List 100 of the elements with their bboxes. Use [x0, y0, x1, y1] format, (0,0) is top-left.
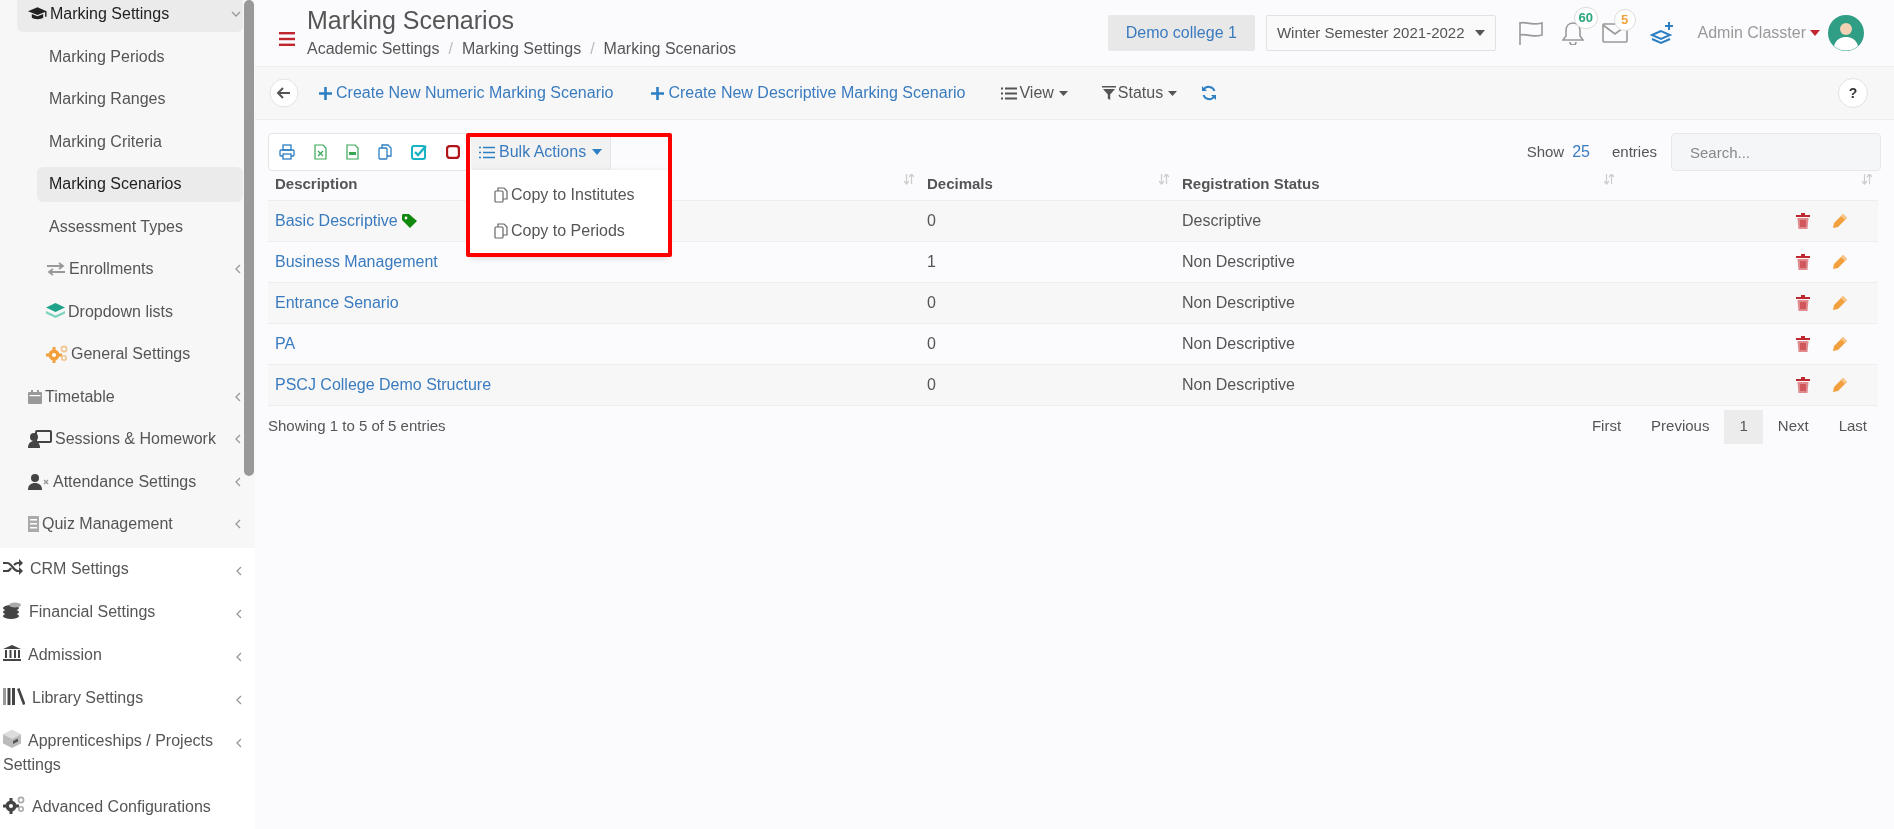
sidebar-item[interactable]: Marking Settings — [17, 0, 243, 32]
tag-icon — [401, 214, 418, 229]
scenario-link[interactable]: Business Management — [275, 252, 438, 270]
search-field[interactable]: Search... — [1671, 133, 1881, 171]
pagination-button[interactable]: 1 — [1724, 409, 1763, 444]
page-size-select[interactable]: 25 — [1572, 140, 1590, 164]
sidebar-item[interactable]: Enrollments — [37, 252, 243, 287]
pagination-button[interactable]: First — [1576, 409, 1637, 444]
pencil-icon[interactable] — [1832, 212, 1848, 229]
chevron-left-icon[interactable] — [235, 694, 242, 705]
trash-icon[interactable] — [1796, 376, 1810, 393]
chevron-left-icon[interactable] — [234, 476, 241, 487]
menu-item[interactable]: Copy to Institutes — [494, 178, 635, 212]
sidebar-item[interactable]: Marking Scenarios — [37, 167, 243, 202]
csv-file-icon[interactable] — [346, 144, 359, 160]
sidebar-item[interactable]: Apprenticeships / Projects Settings — [0, 719, 255, 786]
scenario-link[interactable]: Entrance Senario — [275, 293, 399, 311]
caret-down-icon — [592, 149, 603, 155]
sidebar-item[interactable]: Attendance Settings — [17, 464, 243, 499]
trash-icon[interactable] — [1796, 294, 1810, 311]
sort-icon[interactable] — [1862, 174, 1872, 185]
pagination-button[interactable]: Last — [1823, 409, 1882, 444]
sort-icon[interactable] — [904, 174, 914, 185]
stop-icon[interactable] — [446, 145, 460, 159]
column-header[interactable]: Registration Status — [1182, 174, 1320, 192]
spreadsheet-file-icon[interactable] — [314, 144, 327, 160]
caret-down-icon — [1474, 30, 1485, 36]
menu-icon[interactable] — [279, 31, 295, 46]
scenario-link[interactable]: PSCJ College Demo Structure — [275, 375, 492, 393]
trash-icon[interactable] — [1796, 335, 1810, 352]
table-cell: Non Descriptive — [1182, 293, 1295, 311]
back-icon[interactable] — [269, 78, 299, 108]
sidebar-item[interactable]: Assessment Types — [37, 209, 243, 244]
sort-icon[interactable] — [1159, 174, 1169, 185]
checkbox-icon[interactable] — [411, 144, 427, 160]
column-header[interactable]: Decimals — [927, 174, 993, 192]
table-cell: 1 — [927, 252, 936, 270]
pencil-icon[interactable] — [1832, 294, 1848, 311]
notification-count: 60 — [1573, 7, 1598, 29]
create-link[interactable]: Create New Descriptive Marking Scenario — [651, 81, 966, 105]
sidebar-item[interactable]: Advanced Configurations — [0, 785, 255, 829]
breadcrumb-link[interactable]: Marking Scenarios — [603, 37, 737, 61]
sidebar-item[interactable]: Quiz Management — [17, 507, 243, 542]
dropdown-menu-button[interactable]: View — [1001, 81, 1068, 105]
sidebar-item[interactable]: General Settings — [37, 337, 243, 372]
scenario-link[interactable]: Basic Descriptive — [275, 211, 398, 229]
sidebar-item[interactable]: Library Settings — [0, 676, 255, 720]
sort-icon[interactable] — [1604, 174, 1614, 185]
bell-icon[interactable] — [1561, 21, 1584, 45]
sidebar-item[interactable]: Timetable — [17, 379, 243, 414]
printer-icon[interactable] — [279, 144, 295, 160]
pencil-icon[interactable] — [1832, 376, 1848, 393]
semester-select[interactable]: Winter Semester 2021-2022 — [1265, 15, 1496, 51]
plus-icon — [651, 86, 665, 100]
institute-button[interactable]: Demo college 1 — [1107, 15, 1255, 51]
shuffle-icon — [3, 559, 23, 576]
chevron-left-icon[interactable] — [234, 434, 241, 445]
pencil-icon[interactable] — [1832, 335, 1848, 352]
chevron-left-icon[interactable] — [235, 651, 242, 662]
sidebar-item[interactable]: Marking Criteria — [37, 124, 243, 159]
chevron-left-icon[interactable] — [234, 519, 241, 530]
copy-icon[interactable] — [378, 144, 392, 160]
envelope-icon[interactable] — [1601, 23, 1628, 43]
pagination-button[interactable]: Next — [1762, 409, 1824, 444]
dropdown-menu-button[interactable]: Status — [1101, 81, 1178, 105]
page-title: Marking Scenarios — [307, 5, 516, 35]
sidebar-item[interactable]: CRM Settings — [0, 547, 255, 591]
pencil-icon[interactable] — [1832, 253, 1848, 270]
avatar[interactable] — [1828, 15, 1864, 51]
chevron-left-icon[interactable] — [234, 391, 241, 402]
sidebar-item[interactable]: Financial Settings — [0, 590, 255, 634]
refresh-icon[interactable] — [1201, 85, 1218, 101]
column-header[interactable]: Description — [275, 174, 358, 192]
sidebar-item[interactable]: Admission — [0, 633, 255, 677]
message-count: 5 — [1613, 9, 1636, 31]
create-link[interactable]: Create New Numeric Marking Scenario — [319, 81, 614, 105]
breadcrumb-link[interactable]: Marking Settings — [461, 37, 582, 61]
trash-icon[interactable] — [1796, 253, 1810, 270]
pagination-button[interactable]: Previous — [1636, 409, 1725, 444]
scenario-link[interactable]: PA — [275, 334, 296, 352]
trash-icon[interactable] — [1796, 212, 1810, 229]
entries-label: entries — [1611, 141, 1657, 162]
breadcrumb-link[interactable]: Academic Settings — [307, 37, 440, 61]
help-button[interactable]: ? — [1838, 78, 1868, 108]
chevron-left-icon[interactable] — [235, 565, 242, 576]
chevron-down-icon[interactable] — [231, 10, 241, 18]
menu-item[interactable]: Copy to Periods — [494, 214, 625, 248]
chevron-left-icon[interactable] — [235, 608, 242, 619]
flag-icon[interactable] — [1517, 21, 1544, 45]
layers-plus-icon[interactable] — [1649, 21, 1676, 45]
caret-down-icon — [1168, 90, 1178, 96]
sidebar-item[interactable]: Dropdown lists — [37, 294, 243, 329]
chevron-left-icon[interactable] — [235, 737, 242, 748]
chevron-left-icon[interactable] — [234, 264, 241, 275]
copy-icon — [494, 223, 508, 239]
sidebar-item[interactable]: Marking Ranges — [37, 82, 243, 117]
sidebar-item[interactable]: Marking Periods — [37, 39, 243, 74]
sidebar-item[interactable]: Sessions & Homework — [17, 422, 243, 457]
scrollbar[interactable] — [244, 0, 254, 476]
list-icon — [479, 145, 495, 159]
